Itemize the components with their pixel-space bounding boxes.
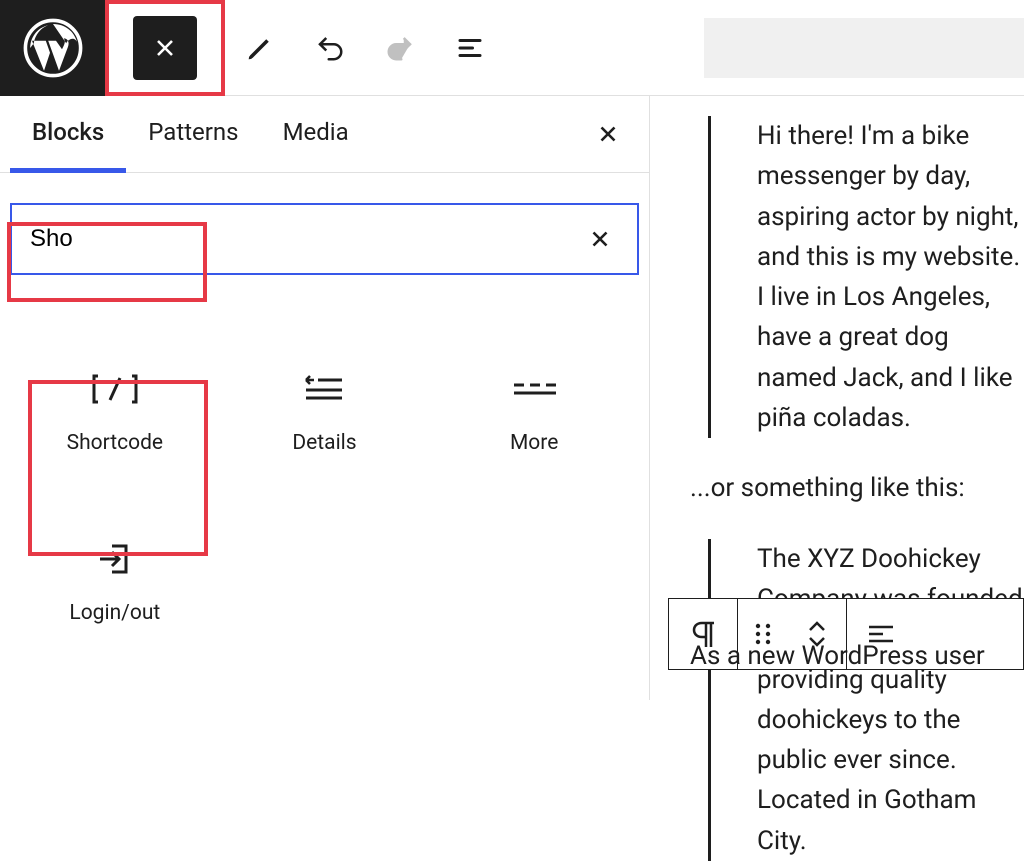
wordpress-logo[interactable] (0, 0, 105, 96)
top-right-region (704, 18, 1024, 78)
paragraph-text[interactable]: As a new WordPress user (690, 636, 985, 676)
search-input[interactable] (30, 225, 581, 253)
tab-media[interactable]: Media (261, 96, 371, 172)
block-shortcode[interactable]: Shortcode (10, 325, 220, 495)
block-results-grid: Shortcode Details More Login/out (0, 285, 649, 705)
block-details[interactable]: Details (220, 325, 430, 495)
close-icon (595, 121, 621, 147)
close-icon (587, 226, 613, 252)
wordpress-icon (23, 18, 83, 78)
shortcode-icon (92, 365, 138, 413)
block-more[interactable]: More (429, 325, 639, 495)
top-toolbar (0, 0, 1024, 96)
list-icon (455, 33, 485, 63)
quote-block[interactable]: Hi there! I'm a bike messenger by day, a… (708, 116, 1024, 438)
edit-tool-button[interactable] (225, 0, 295, 96)
search-clear-button[interactable] (581, 220, 619, 258)
chevron-up-icon (807, 620, 827, 634)
inserter-close-panel-button[interactable] (587, 113, 629, 155)
block-loginout[interactable]: Login/out (10, 495, 220, 665)
document-outline-button[interactable] (435, 0, 505, 96)
tab-blocks[interactable]: Blocks (10, 96, 126, 172)
editor-canvas[interactable]: Hi there! I'm a bike messenger by day, a… (650, 96, 1024, 700)
block-label: Login/out (69, 601, 160, 625)
block-label: Details (292, 431, 356, 455)
close-icon (151, 34, 179, 62)
inserter-tabs: Blocks Patterns Media (0, 96, 649, 173)
loginout-icon (96, 535, 134, 583)
redo-button (365, 0, 435, 96)
block-label: More (510, 431, 558, 455)
inserter-close-button[interactable] (133, 16, 197, 80)
undo-button[interactable] (295, 0, 365, 96)
search-box (10, 203, 639, 275)
more-icon (512, 365, 556, 413)
tab-patterns[interactable]: Patterns (126, 96, 260, 172)
paragraph-text[interactable]: ...or something like this: (690, 468, 1024, 508)
undo-icon (315, 33, 345, 63)
pencil-icon (245, 33, 275, 63)
details-icon (304, 365, 344, 413)
block-inserter-panel: Blocks Patterns Media Shortcode (0, 96, 650, 700)
redo-icon (385, 33, 415, 63)
block-label: Shortcode (67, 431, 163, 455)
paragraph-text[interactable]: Hi there! I'm a bike messenger by day, a… (757, 116, 1024, 438)
